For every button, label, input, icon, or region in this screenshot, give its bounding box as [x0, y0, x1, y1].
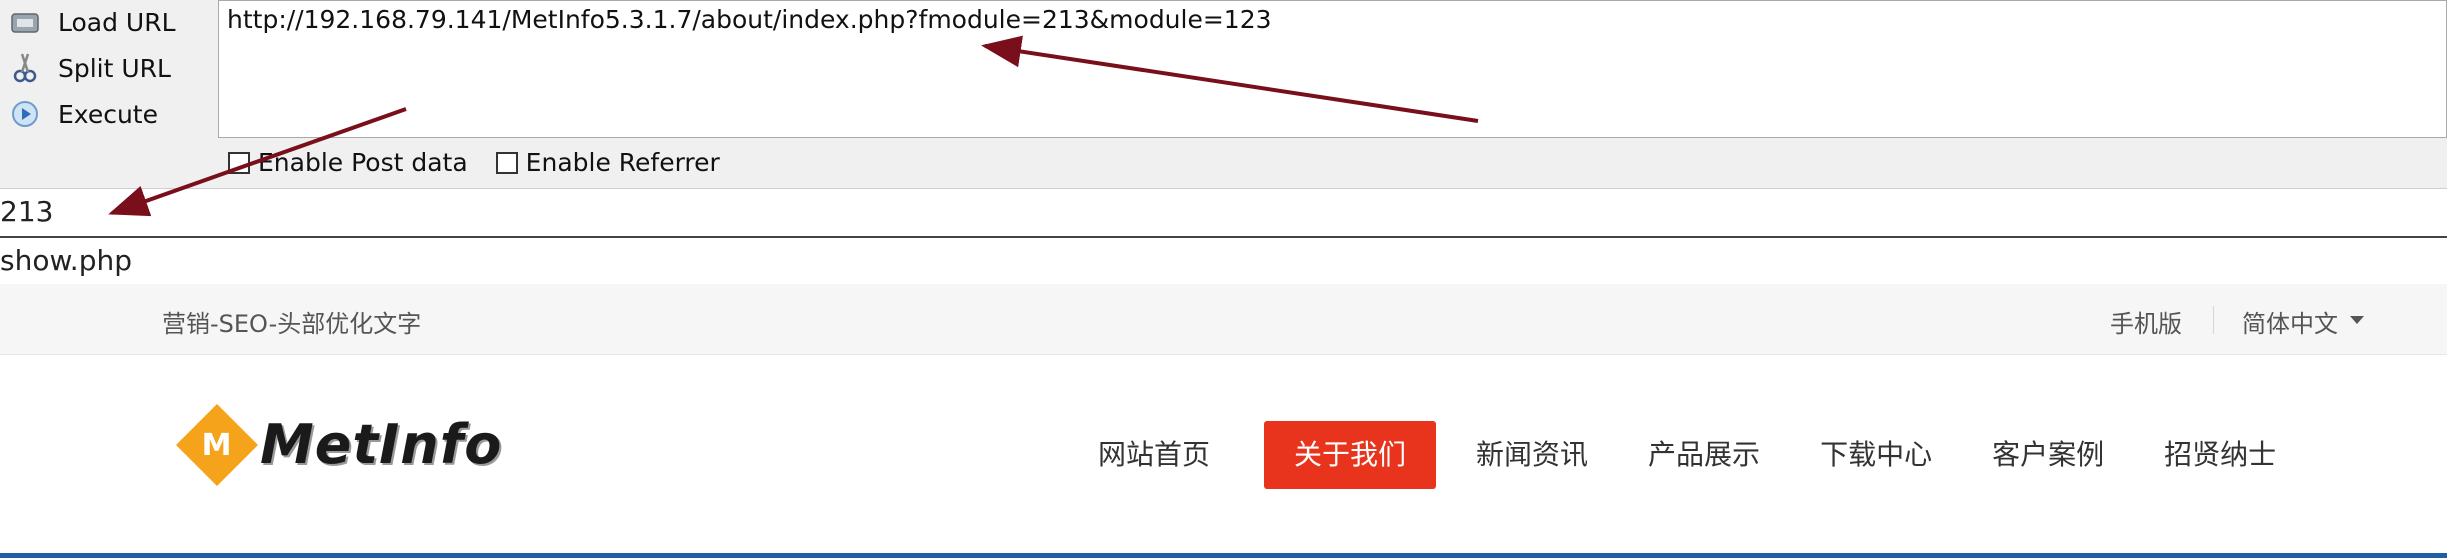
- hackbar-options: Enable Post data Enable Referrer: [228, 148, 748, 177]
- hackbar-toolbar: Load URL Split URL Execute http://192.16…: [0, 0, 2447, 189]
- echo-output-row: 213: [0, 189, 2447, 238]
- mobile-version-link[interactable]: 手机版: [2110, 304, 2182, 339]
- url-textarea[interactable]: http://192.168.79.141/MetInfo5.3.1.7/abo…: [218, 0, 2447, 138]
- caret-down-icon[interactable]: [2350, 316, 2364, 324]
- split-url-icon: [10, 53, 40, 83]
- execute-icon: [10, 99, 40, 129]
- logo-mark-icon: M: [175, 403, 259, 486]
- hackbar-buttons: Load URL Split URL Execute: [0, 0, 218, 140]
- echo-output-fmodule: 213: [0, 195, 54, 228]
- topbar-divider: [2213, 306, 2214, 334]
- split-url-label: Split URL: [58, 53, 171, 83]
- nav-item-jobs[interactable]: 招贤纳士: [2148, 421, 2292, 489]
- main-nav: 网站首页 关于我们 新闻资讯 产品展示 下载中心 客户案例 招贤纳士: [1082, 421, 2306, 489]
- enable-referrer-checkbox[interactable]: Enable Referrer: [495, 148, 720, 177]
- split-url-button[interactable]: Split URL: [10, 46, 210, 90]
- execute-button[interactable]: Execute: [10, 92, 210, 136]
- nav-item-cases[interactable]: 客户案例: [1976, 421, 2120, 489]
- site-logo[interactable]: M MetInfo: [175, 403, 503, 486]
- load-url-button[interactable]: Load URL: [10, 0, 210, 44]
- enable-post-label: Enable Post data: [258, 148, 468, 177]
- execute-label: Execute: [58, 99, 158, 129]
- load-url-icon: [10, 7, 40, 37]
- banner-edge: [0, 553, 2447, 558]
- post-checkbox-box[interactable]: [228, 151, 250, 174]
- enable-post-checkbox[interactable]: Enable Post data: [228, 148, 468, 177]
- enable-referrer-label: Enable Referrer: [525, 148, 720, 177]
- site-header: M MetInfo 网站首页 关于我们 新闻资讯 产品展示 下载中心 客户案例 …: [0, 355, 2447, 558]
- site-topbar: 营销-SEO-头部优化文字 手机版 简体中文: [0, 284, 2447, 355]
- nav-item-news[interactable]: 新闻资讯: [1460, 421, 1604, 489]
- language-selector[interactable]: 简体中文: [2242, 304, 2338, 339]
- nav-item-products[interactable]: 产品展示: [1632, 421, 1776, 489]
- echo-output-file: show.php: [0, 244, 132, 277]
- nav-item-home[interactable]: 网站首页: [1082, 421, 1226, 489]
- url-text: http://192.168.79.141/MetInfo5.3.1.7/abo…: [227, 5, 1272, 34]
- referrer-checkbox-box[interactable]: [495, 151, 518, 174]
- nav-item-downloads[interactable]: 下载中心: [1804, 421, 1948, 489]
- logo-text: MetInfo: [260, 413, 503, 476]
- site-slogan: 营销-SEO-头部优化文字: [162, 310, 422, 338]
- load-url-label: Load URL: [58, 7, 176, 37]
- nav-item-about[interactable]: 关于我们: [1264, 421, 1437, 489]
- logo-mark-letter: M: [202, 426, 232, 462]
